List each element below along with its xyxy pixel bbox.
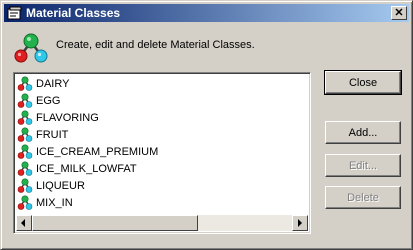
material-class-icon	[17, 160, 33, 176]
window-title: Material Classes	[26, 6, 121, 20]
scroll-left-button[interactable]	[16, 215, 32, 231]
add-button[interactable]: Add...	[325, 121, 401, 144]
list-item[interactable]: FRUIT	[16, 126, 308, 143]
list-item[interactable]: DAIRY	[16, 75, 308, 92]
list-item-label: LIQUEUR	[36, 179, 85, 192]
scroll-right-button[interactable]	[292, 215, 308, 231]
list-item[interactable]: FLAVORING	[16, 109, 308, 126]
molecule-icon	[14, 33, 48, 63]
window-app-icon	[7, 6, 22, 20]
material-class-icon	[17, 126, 33, 142]
list-item-label: DAIRY	[36, 77, 70, 90]
close-button[interactable]: Close	[324, 70, 402, 95]
list-item-label: FRUIT	[36, 128, 69, 141]
material-class-icon	[17, 143, 33, 159]
title-close-button[interactable]: ✕	[391, 6, 407, 20]
material-class-list[interactable]: DAIRY EGG FLAVORING FRUIT ICE_CREAM_PREMIUM I…	[13, 72, 311, 234]
edit-button[interactable]: Edit...	[325, 154, 401, 177]
list-item-label: FLAVORING	[36, 111, 99, 124]
delete-button[interactable]: Delete	[325, 186, 401, 209]
list-item[interactable]: MIX_IN	[16, 194, 308, 211]
dialog-description: Create, edit and delete Material Classes…	[56, 39, 255, 51]
material-class-icon	[17, 75, 33, 91]
list-item-label: MIX_IN	[36, 196, 73, 209]
title-bar[interactable]: Material Classes ✕	[4, 4, 409, 22]
list-item[interactable]: ICE_MILK_LOWFAT	[16, 160, 308, 177]
list-item-label: ICE_CREAM_PREMIUM	[36, 145, 159, 158]
list-item-label: ICE_MILK_LOWFAT	[36, 162, 137, 175]
arrow-right-icon	[298, 219, 302, 227]
arrow-left-icon	[21, 219, 25, 227]
material-class-icon	[17, 194, 33, 210]
close-icon: ✕	[394, 6, 404, 19]
material-class-icon	[17, 177, 33, 193]
list-item[interactable]: ICE_CREAM_PREMIUM	[16, 143, 308, 160]
scroll-thumb[interactable]	[32, 215, 198, 231]
list-items: DAIRY EGG FLAVORING FRUIT ICE_CREAM_PREMIUM I…	[16, 75, 308, 211]
horizontal-scrollbar[interactable]	[16, 215, 308, 231]
list-item[interactable]: EGG	[16, 92, 308, 109]
material-classes-dialog: Material Classes ✕ Create, edit and dele…	[0, 0, 413, 250]
list-item-label: EGG	[36, 94, 61, 107]
list-item[interactable]: LIQUEUR	[16, 177, 308, 194]
material-class-icon	[17, 109, 33, 125]
material-class-icon	[17, 92, 33, 108]
